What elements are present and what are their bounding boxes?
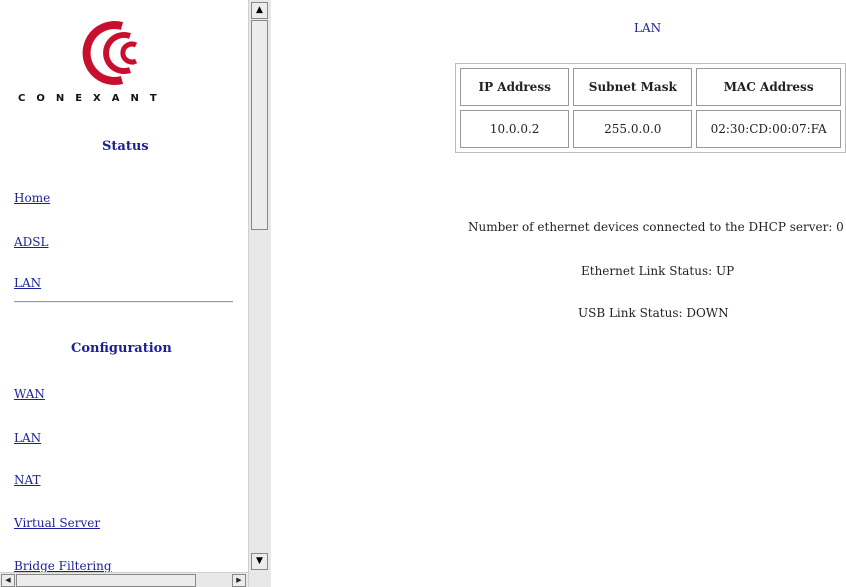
table-row: 10.0.0.2 255.0.0.0 02:30:CD:00:07:FA — [460, 110, 841, 148]
horizontal-scroll-thumb[interactable] — [16, 574, 196, 587]
navigation-frame: CONEXANT Status Home ADSL LAN Configurat… — [0, 0, 248, 587]
nav-link-nat[interactable]: NAT — [14, 473, 41, 487]
column-header-subnet: Subnet Mask — [573, 68, 693, 106]
scroll-left-icon[interactable]: ◀ — [1, 574, 15, 587]
page-title: LAN — [634, 21, 662, 35]
column-header-ip: IP Address — [460, 68, 570, 106]
scroll-right-icon[interactable]: ▶ — [232, 574, 246, 587]
nav-divider — [14, 301, 233, 303]
cell-subnet-mask: 255.0.0.0 — [573, 110, 693, 148]
column-header-mac: MAC Address — [696, 68, 841, 106]
nav-link-home[interactable]: Home — [14, 191, 50, 205]
nav-link-bridge-filtering[interactable]: Bridge Filtering — [14, 559, 112, 573]
usb-link-status: USB Link Status: DOWN — [578, 306, 729, 320]
nav-link-virtual-server[interactable]: Virtual Server — [14, 516, 100, 530]
scroll-down-icon[interactable]: ▼ — [251, 553, 268, 570]
vertical-scroll-thumb[interactable] — [251, 20, 268, 230]
nav-link-lan-status[interactable]: LAN — [14, 276, 41, 290]
scroll-up-icon[interactable]: ▲ — [251, 2, 268, 19]
conexant-logo: CONEXANT — [0, 0, 248, 130]
cell-ip-address: 10.0.0.2 — [460, 110, 570, 148]
vertical-scrollbar[interactable]: ▲ ▼ — [248, 0, 271, 587]
ethernet-link-status: Ethernet Link Status: UP — [581, 264, 735, 278]
configuration-heading: Configuration — [71, 341, 172, 356]
lan-info-table: IP Address Subnet Mask MAC Address 10.0.… — [455, 63, 846, 153]
horizontal-scrollbar[interactable]: ◀ ▶ — [0, 572, 248, 587]
nav-link-wan[interactable]: WAN — [14, 387, 45, 401]
conexant-logo-mark — [82, 21, 138, 85]
dhcp-device-count: Number of ethernet devices connected to … — [468, 220, 844, 234]
table-header-row: IP Address Subnet Mask MAC Address — [460, 68, 841, 106]
nav-link-lan-config[interactable]: LAN — [14, 431, 41, 445]
nav-link-adsl[interactable]: ADSL — [14, 235, 48, 249]
logo-wordmark: CONEXANT — [18, 93, 168, 104]
status-heading: Status — [102, 139, 149, 154]
cell-mac-address: 02:30:CD:00:07:FA — [696, 110, 841, 148]
